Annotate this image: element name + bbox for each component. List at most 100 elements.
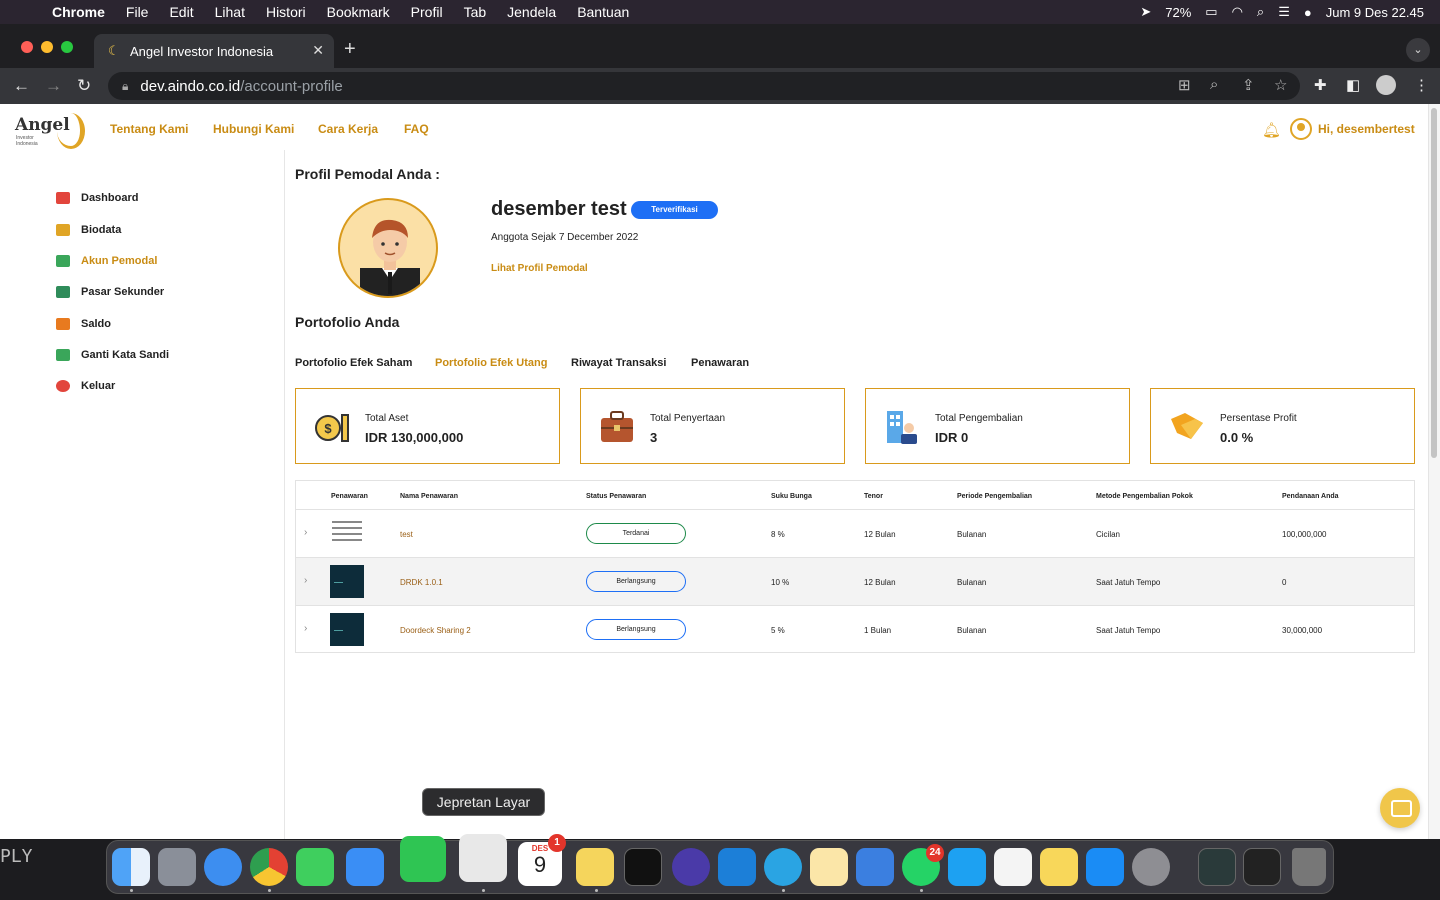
sidebar-item-saldo[interactable]: Saldo [56, 318, 111, 330]
tab-portofolio-efek-utang[interactable]: Portofolio Efek Utang [435, 357, 547, 369]
battery-icon[interactable]: ▭ [1205, 4, 1217, 20]
menu-edit[interactable]: Edit [169, 4, 193, 20]
tab-portofolio-efek-saham[interactable]: Portofolio Efek Saham [295, 357, 412, 369]
sidebar-item-keluar[interactable]: Keluar [56, 380, 115, 392]
window-close-button[interactable] [21, 41, 33, 53]
new-tab-icon[interactable]: + [344, 38, 356, 61]
notification-bell-icon[interactable]: 🔔︎ [1262, 121, 1281, 139]
menu-bookmark[interactable]: Bookmark [327, 4, 390, 20]
tab-search-icon[interactable]: ⌄ [1406, 38, 1430, 62]
expand-chevron-icon[interactable]: › [304, 623, 307, 634]
window-minimize-button[interactable] [41, 41, 53, 53]
bookmark-star-icon[interactable]: ☆ [1274, 76, 1287, 94]
menu-file[interactable]: File [126, 4, 149, 20]
browser-tab-active[interactable]: ☾ Angel Investor Indonesia ✕ [94, 34, 334, 68]
site-logo[interactable]: Angel Investor Indonesia [15, 113, 85, 149]
nav-tentang-kami[interactable]: Tentang Kami [110, 122, 188, 136]
principal-method: Cicilan [1096, 530, 1121, 539]
view-profile-link[interactable]: Lihat Profil Pemodal [491, 263, 588, 274]
menu-tab[interactable]: Tab [464, 4, 487, 20]
profile-avatar-icon[interactable] [1376, 75, 1396, 95]
system-settings-icon[interactable] [1132, 848, 1170, 886]
coin-icon: $ [315, 414, 349, 442]
sidebar-item-dashboard[interactable]: Dashboard [56, 192, 138, 204]
xcode-icon[interactable] [856, 848, 894, 886]
location-icon[interactable]: ➤ [1140, 4, 1151, 20]
back-icon[interactable]: ← [13, 76, 30, 96]
safari-icon[interactable] [204, 848, 242, 886]
investment-table: Penawaran Nama Penawaran Status Penawara… [295, 480, 1415, 653]
notes-icon[interactable] [1040, 848, 1078, 886]
menu-lihat[interactable]: Lihat [215, 4, 245, 20]
terminal-icon[interactable] [624, 848, 662, 886]
reminders-icon[interactable] [994, 848, 1032, 886]
extensions-icon[interactable]: ✚ [1314, 76, 1327, 94]
spotlight-search-icon[interactable]: ⌕ [1257, 4, 1264, 20]
telegram-icon[interactable] [764, 848, 802, 886]
trash-icon[interactable] [1292, 848, 1326, 886]
nav-hubungi-kami[interactable]: Hubungi Kami [213, 122, 294, 136]
wifi-icon[interactable]: ◠ [1232, 4, 1243, 20]
offering-name[interactable]: DRDK 1.0.1 [400, 578, 443, 587]
user-greeting[interactable]: Hi, desembertest [1318, 122, 1415, 136]
twitter-icon[interactable] [948, 848, 986, 886]
menu-bantuan[interactable]: Bantuan [577, 4, 629, 20]
tab-title: Angel Investor Indonesia [130, 43, 274, 59]
facetime-icon[interactable] [400, 836, 446, 882]
table-row[interactable]: › ▬▬▬ DRDK 1.0.1 Berlangsung 10 % 12 Bul… [296, 557, 1414, 605]
user-avatar-icon[interactable] [1290, 118, 1312, 140]
tab-riwayat-transaksi[interactable]: Riwayat Transaksi [571, 357, 666, 369]
lock-icon[interactable]: 🔒︎ [122, 79, 128, 94]
vscode-icon[interactable] [718, 848, 756, 886]
sidebar-item-biodata[interactable]: Biodata [56, 224, 121, 236]
expand-chevron-icon[interactable]: › [304, 527, 307, 538]
menu-histori[interactable]: Histori [266, 4, 306, 20]
tab-close-icon[interactable]: ✕ [312, 42, 324, 59]
app-store-icon[interactable] [1086, 848, 1124, 886]
briefcase-icon [601, 411, 633, 442]
offering-name[interactable]: Doordeck Sharing 2 [400, 626, 471, 635]
messages-icon[interactable] [296, 848, 334, 886]
menu-profil[interactable]: Profil [411, 4, 443, 20]
menu-chrome[interactable]: Chrome [52, 4, 105, 20]
page-scrollbar[interactable] [1428, 104, 1440, 839]
finder-icon[interactable] [112, 848, 150, 886]
offering-name[interactable]: test [400, 530, 413, 539]
sidebar-item-akun-pemodal[interactable]: Akun Pemodal [56, 255, 157, 267]
sidepanel-icon[interactable]: ◧ [1346, 76, 1360, 94]
menubar-clock[interactable]: Jum 9 Des 22.45 [1326, 5, 1424, 20]
chat-bubble-icon[interactable] [1380, 788, 1420, 828]
minimized-window-icon[interactable] [1243, 848, 1281, 886]
home-icon [56, 192, 70, 204]
menu-jendela[interactable]: Jendela [507, 4, 556, 20]
forward-icon[interactable]: → [45, 76, 62, 96]
zoom-icon[interactable]: ⌕ [1210, 76, 1218, 93]
nav-cara-kerja[interactable]: Cara Kerja [318, 122, 378, 136]
launchpad-icon[interactable] [158, 848, 196, 886]
siri-icon[interactable]: ● [1304, 5, 1312, 20]
expand-chevron-icon[interactable]: › [304, 575, 307, 586]
sidebar-item-pasar-sekunder[interactable]: Pasar Sekunder [56, 286, 164, 298]
chrome-icon[interactable] [250, 848, 288, 886]
chrome-menu-icon[interactable]: ⋮ [1414, 76, 1429, 94]
stickies-icon[interactable] [576, 848, 614, 886]
notes-bubbles-icon[interactable] [810, 848, 848, 886]
control-center-icon[interactable]: ☰ [1278, 4, 1290, 20]
calendar-badge: 1 [548, 834, 566, 852]
sidebar-item-ganti-kata-sandi[interactable]: Ganti Kata Sandi [56, 349, 169, 361]
power-icon [56, 380, 70, 392]
address-bar[interactable]: 🔒︎ dev.aindo.co.id/account-profile [108, 72, 1300, 100]
minimized-window-icon[interactable] [1198, 848, 1236, 886]
reload-icon[interactable]: ↻ [77, 76, 91, 96]
translate-icon[interactable]: ⊞ [1178, 76, 1191, 94]
compass-app-icon[interactable] [672, 848, 710, 886]
scrollbar-thumb[interactable] [1431, 108, 1437, 458]
tab-penawaran[interactable]: Penawaran [691, 357, 749, 369]
mail-icon[interactable] [346, 848, 384, 886]
share-icon[interactable]: ⇪ [1242, 76, 1255, 94]
table-row[interactable]: › test Terdanai 8 % 12 Bulan Bulanan Cic… [296, 509, 1414, 557]
table-row[interactable]: › ▬▬▬ Doordeck Sharing 2 Berlangsung 5 %… [296, 605, 1414, 653]
window-zoom-button[interactable] [61, 41, 73, 53]
screenshot-icon[interactable] [459, 834, 507, 882]
nav-faq[interactable]: FAQ [404, 122, 429, 136]
